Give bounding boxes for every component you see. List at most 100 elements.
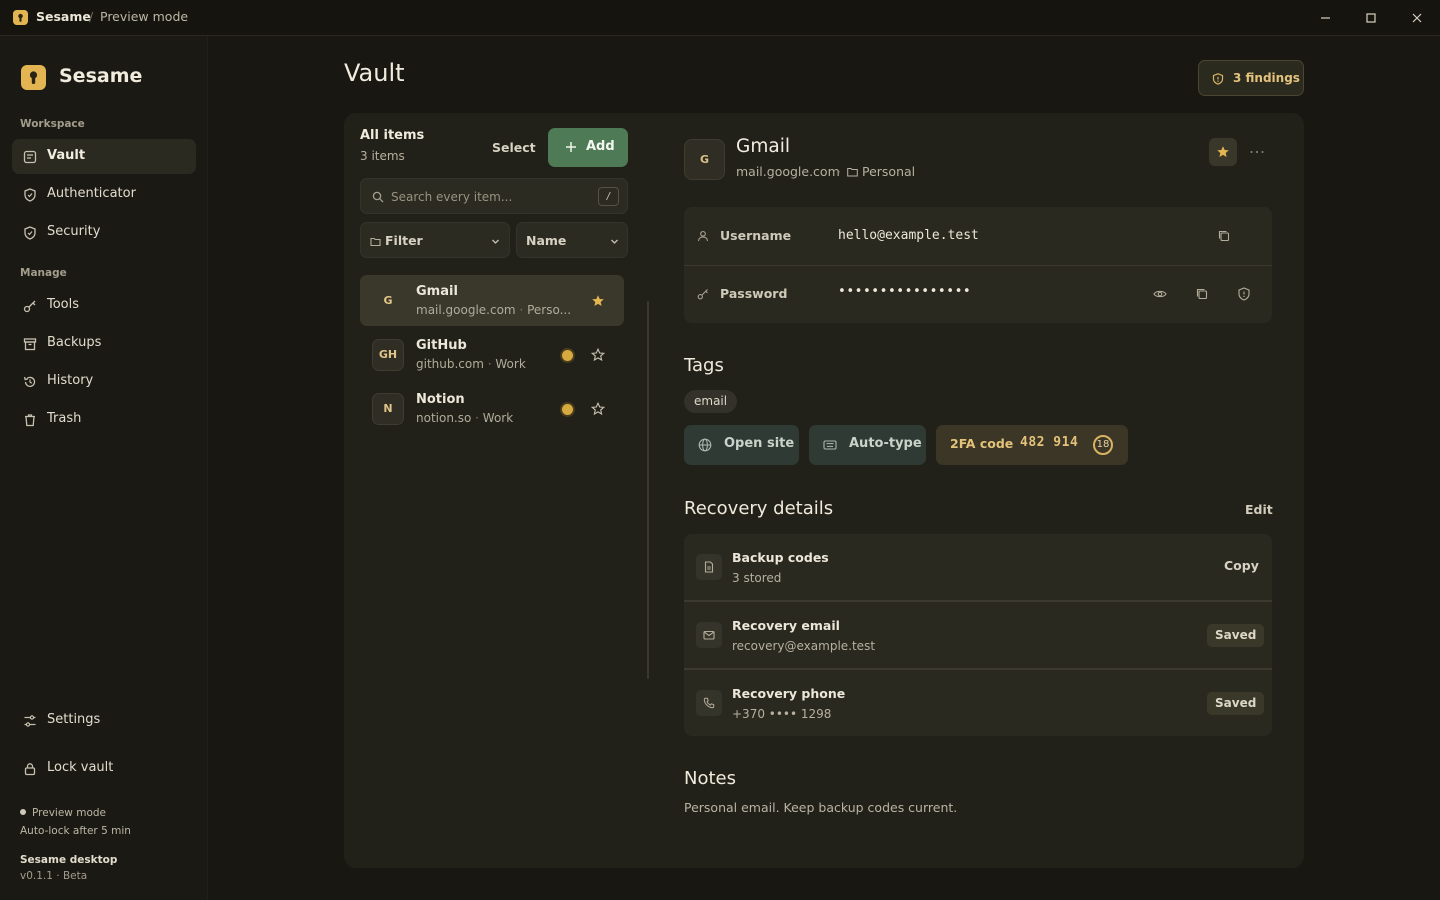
sidebar-item-authenticator[interactable]: Authenticator [12,177,196,212]
list-item-github[interactable]: GH GitHub github.com · Work [360,329,624,380]
eye-icon[interactable] [1153,287,1167,301]
star-outline-icon[interactable] [591,402,605,416]
recovery-title: Recovery email [732,618,840,633]
chevron-down-icon [492,239,499,244]
findings-button[interactable]: 3 findings [1198,60,1304,96]
twofa-code: 482 914 [1020,435,1079,450]
maximize-button[interactable] [1362,9,1380,27]
vault-icon [23,150,37,164]
open-site-button[interactable]: Open site [684,425,799,465]
warning-dot [562,350,573,361]
sidebar-item-history[interactable]: History [12,364,196,399]
settings-label: Settings [47,712,101,727]
search-box: / [360,178,628,214]
sidebar: Sesame Workspace Vault Authenticator Sec… [0,36,208,900]
item-folder: Perso... [527,303,572,317]
sidebar-item-label: Trash [47,411,82,426]
sidebar-item-tools[interactable]: Tools [12,288,196,323]
search-input[interactable] [391,187,591,207]
lock-vault-button[interactable]: Lock vault [12,751,196,786]
recovery-heading: Recovery details [684,498,834,519]
twofa-timer: 18 [1093,435,1113,455]
shield-alert-icon[interactable] [1237,287,1251,301]
item-domain: mail.google.com [416,303,516,317]
tag-chip[interactable]: email [684,390,738,413]
keyboard-icon [823,440,837,450]
item-avatar: GH [372,339,404,371]
titlebar-mode: Preview mode [100,9,189,24]
key-icon [23,300,36,313]
lock-vault-label: Lock vault [47,760,114,775]
item-avatar: G [383,294,393,307]
section-workspace: Workspace [20,118,85,130]
sidebar-item-label: Security [47,224,101,239]
titlebar-separator: / [89,9,94,24]
shield-icon [24,188,36,202]
findings-label: 3 findings [1233,71,1300,85]
open-site-label: Open site [724,436,795,451]
list-count: 3 items [360,149,405,163]
minimize-button[interactable] [1317,9,1335,27]
app-logo-icon [13,10,28,25]
detail-avatar: G [684,139,725,180]
detail-domain: mail.google.com [736,164,840,179]
star-outline-icon[interactable] [591,348,605,362]
copy-backup-codes-button[interactable]: Copy [1224,558,1259,573]
document-icon-box [696,554,722,580]
preview-status: Preview mode [20,807,106,819]
search-shortcut-key: / [598,187,619,206]
phone-icon [703,697,715,709]
copy-icon[interactable] [1195,287,1209,301]
recovery-subtitle: recovery@example.test [732,639,876,653]
star-filled-icon[interactable] [591,294,605,308]
plus-icon [566,142,576,152]
filter-dropdown[interactable]: Filter [360,222,510,258]
sidebar-item-backups[interactable]: Backups [12,326,196,361]
mail-icon [703,630,715,640]
status-text: Preview mode [32,807,106,819]
auto-type-label: Auto-type [849,436,922,451]
folder-icon [370,237,381,247]
add-item-button[interactable]: Add [548,128,628,167]
copy-icon[interactable] [1217,229,1231,243]
list-scrollbar[interactable] [647,301,649,679]
recovery-title: Backup codes [732,550,829,565]
password-value[interactable]: •••••••••••••••• [838,284,971,299]
username-value[interactable]: hello@example.test [838,228,979,243]
autolock-text: Auto-lock after 5 min [20,825,131,837]
search-icon [372,191,384,203]
item-subtitle: github.com · Work [416,357,526,371]
history-icon [23,376,36,387]
favorite-button[interactable] [1209,138,1237,166]
section-manage: Manage [20,267,67,279]
select-button[interactable]: Select [484,138,544,157]
more-options-icon[interactable] [1248,143,1266,161]
field-divider [684,265,1272,266]
list-item-notion[interactable]: N Notion notion.so · Work [360,383,624,434]
detail-dot: · [837,164,841,179]
close-button[interactable] [1408,9,1426,27]
user-icon [697,230,709,242]
sort-dropdown[interactable]: Name [516,222,628,258]
username-label: Username [720,228,792,243]
key-icon [697,289,708,300]
sidebar-item-security[interactable]: Security [12,215,196,250]
lock-icon [24,763,36,776]
sidebar-item-vault[interactable]: Vault [12,139,196,174]
list-item-gmail[interactable]: G Gmail mail.google.com · Perso... [360,275,624,326]
tags-heading: Tags [684,355,724,376]
auto-type-button[interactable]: Auto-type [809,425,926,465]
sidebar-item-trash[interactable]: Trash [12,402,196,437]
recovery-phone: Recovery phone +370 •••• 1298 Saved [684,670,1272,736]
settings-button[interactable]: Settings [12,703,196,738]
saved-badge: Saved [1207,692,1265,715]
sidebar-item-label: History [47,373,94,388]
password-label: Password [720,286,788,301]
twofa-code-button[interactable]: 2FA code 482 914 18 [936,425,1128,465]
edit-recovery-button[interactable]: Edit [1245,502,1273,517]
filter-label: Filter [385,233,423,248]
item-avatar: N [372,393,404,425]
titlebar-app-name: Sesame [36,9,91,24]
app-version: v0.1.1 · Beta [20,870,88,882]
phone-icon-box [696,690,722,716]
